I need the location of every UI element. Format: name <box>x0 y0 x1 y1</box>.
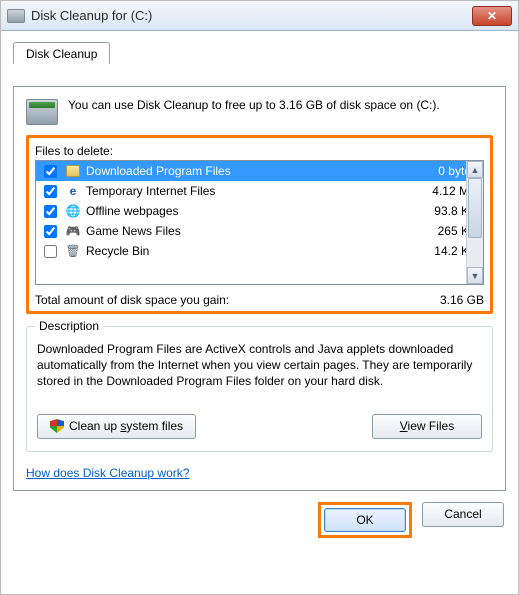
file-name: Temporary Internet Files <box>86 184 427 198</box>
help-link[interactable]: How does Disk Cleanup work? <box>26 466 189 480</box>
close-button[interactable]: ✕ <box>472 6 512 26</box>
intro-row: You can use Disk Cleanup to free up to 3… <box>26 97 493 125</box>
file-row[interactable]: Downloaded Program Files0 bytes <box>36 161 483 181</box>
footer-buttons: OK Cancel <box>13 502 506 538</box>
tab-disk-cleanup[interactable]: Disk Cleanup <box>13 42 110 64</box>
total-label: Total amount of disk space you gain: <box>35 293 229 307</box>
files-to-delete-section: Files to delete: Downloaded Program File… <box>26 135 493 314</box>
tab-panel: You can use Disk Cleanup to free up to 3… <box>13 86 506 491</box>
tab-strip: Disk Cleanup <box>13 39 506 63</box>
drive-icon <box>7 9 25 23</box>
dialog-body: Disk Cleanup You can use Disk Cleanup to… <box>1 31 518 550</box>
file-checkbox[interactable] <box>44 245 57 258</box>
file-row[interactable]: 🎮Game News Files265 KB <box>36 221 483 241</box>
file-checkbox[interactable] <box>44 165 57 178</box>
scroll-up-button[interactable]: ▲ <box>467 161 483 178</box>
clean-up-system-files-button[interactable]: Clean up system files <box>37 414 196 439</box>
file-row[interactable]: 🗑Recycle Bin14.2 KB <box>36 241 483 261</box>
description-button-row: Clean up system files View Files <box>37 414 482 439</box>
file-checkbox[interactable] <box>44 225 57 238</box>
file-name: Offline webpages <box>86 204 429 218</box>
file-name: Game News Files <box>86 224 433 238</box>
file-row[interactable]: 🌐Offline webpages93.8 KB <box>36 201 483 221</box>
file-checkbox[interactable] <box>44 185 57 198</box>
title-bar: Disk Cleanup for (C:) ✕ <box>1 1 518 31</box>
recycle-bin-icon: 🗑 <box>65 244 80 258</box>
file-name: Downloaded Program Files <box>86 164 433 178</box>
total-row: Total amount of disk space you gain: 3.1… <box>35 293 484 307</box>
file-row[interactable]: eTemporary Internet Files4.12 MB <box>36 181 483 201</box>
cancel-button[interactable]: Cancel <box>422 502 504 527</box>
ie-icon: e <box>70 184 77 198</box>
folder-icon <box>66 165 80 177</box>
description-group: Description Downloaded Program Files are… <box>26 326 493 452</box>
shield-icon <box>50 419 64 433</box>
globe-icon: 🌐 <box>66 204 81 218</box>
description-legend: Description <box>35 319 103 333</box>
window-title: Disk Cleanup for (C:) <box>31 8 472 23</box>
file-list[interactable]: Downloaded Program Files0 bytes e Temporar… <box>35 160 484 285</box>
ok-button[interactable]: OK <box>324 508 406 532</box>
view-files-button[interactable]: View Files <box>372 414 482 439</box>
scroll-down-button[interactable]: ▼ <box>467 267 483 284</box>
disk-cleanup-icon <box>26 99 58 125</box>
ok-highlight: OK <box>318 502 412 538</box>
scrollbar[interactable]: ▲ ▼ <box>466 161 483 284</box>
file-checkbox[interactable] <box>44 205 57 218</box>
scroll-track[interactable] <box>467 178 483 267</box>
file-name: Recycle Bin <box>86 244 429 258</box>
intro-text: You can use Disk Cleanup to free up to 3… <box>68 97 493 125</box>
files-to-delete-label: Files to delete: <box>35 144 484 158</box>
game-icon: 🎮 <box>66 224 81 238</box>
total-value: 3.16 GB <box>440 293 484 307</box>
scroll-thumb[interactable] <box>468 178 482 238</box>
description-text: Downloaded Program Files are ActiveX con… <box>37 341 482 390</box>
